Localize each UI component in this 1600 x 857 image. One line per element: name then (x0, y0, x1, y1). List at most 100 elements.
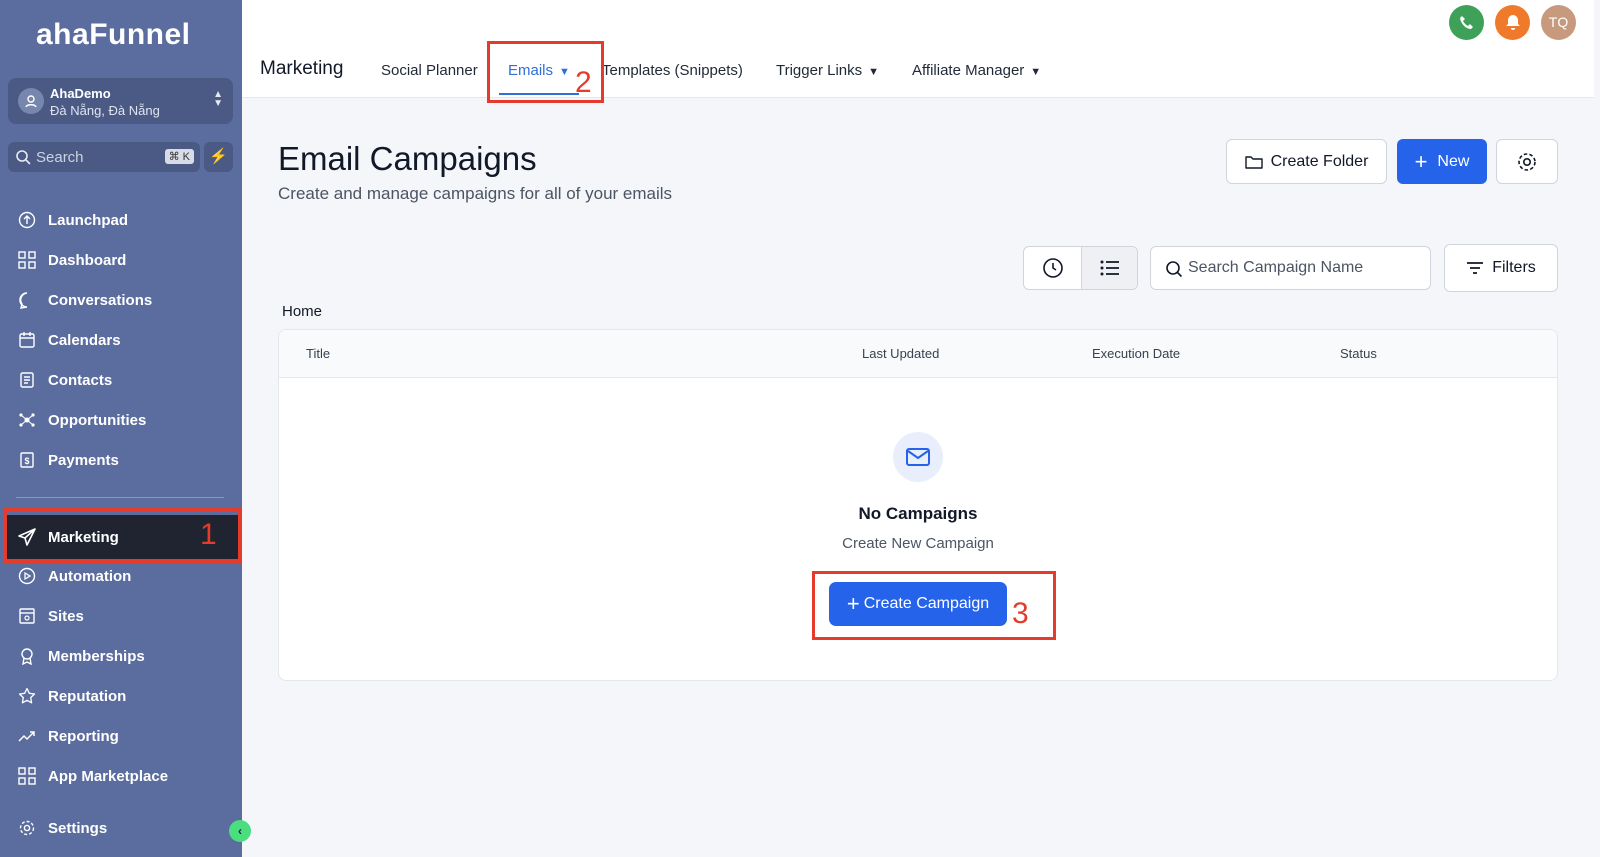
chevron-down-icon: ▼ (868, 66, 880, 78)
tab-trigger-links[interactable]: Trigger Links ▼ (776, 62, 879, 79)
search-icon (16, 150, 31, 165)
account-switcher[interactable]: AhaDemo Đà Nẵng, Đà Nẵng ▲ ▼ (8, 78, 233, 124)
chevron-updown-icon: ▲ ▼ (213, 89, 223, 109)
column-header-status[interactable]: Status (1340, 346, 1377, 361)
bell-icon[interactable] (1495, 5, 1530, 40)
phone-icon[interactable] (1449, 5, 1484, 40)
account-name: AhaDemo (50, 86, 111, 101)
opportunities-icon (16, 409, 38, 431)
sidebar-item-calendars[interactable]: Calendars (16, 324, 226, 356)
clock-icon (1042, 258, 1063, 278)
empty-state-subtitle: Create New Campaign (842, 535, 994, 552)
brand-logo[interactable]: ahaFunnel (36, 18, 191, 52)
folder-icon (1244, 155, 1263, 169)
sidebar-item-label: Payments (48, 451, 119, 469)
top-navigation-bar: Marketing Social Planner Emails ▼ Templat… (242, 0, 1594, 98)
filter-icon (1467, 262, 1484, 274)
sidebar-item-memberships[interactable]: Memberships (16, 640, 226, 672)
sidebar-item-reporting[interactable]: Reporting (16, 720, 226, 752)
tab-label: Trigger Links (776, 62, 863, 79)
sidebar-item-launchpad[interactable]: Launchpad (16, 204, 226, 236)
sidebar-item-dashboard[interactable]: Dashboard (16, 244, 226, 276)
tab-templates-snippets[interactable]: Templates (Snippets) (602, 62, 743, 79)
tab-social-planner[interactable]: Social Planner (381, 62, 478, 79)
badge-icon (16, 645, 38, 667)
sidebar-item-label: Memberships (48, 647, 145, 665)
quick-action-bolt-icon[interactable]: ⚡ (204, 142, 233, 172)
sidebar-item-label: Contacts (48, 371, 113, 389)
button-label: New (1437, 152, 1470, 170)
sidebar-item-label: Automation (48, 567, 132, 585)
sidebar-item-payments[interactable]: $ Payments (16, 444, 226, 476)
search-icon (1166, 261, 1183, 278)
sidebar-item-app-marketplace[interactable]: App Marketplace (16, 760, 226, 792)
create-folder-button[interactable]: Create Folder (1226, 139, 1387, 184)
apps-icon (16, 765, 38, 787)
account-avatar-icon (18, 88, 44, 114)
sidebar-item-sites[interactable]: Sites (16, 600, 226, 632)
table-header: Title Last Updated Execution Date Status (279, 330, 1557, 378)
gear-icon (16, 817, 38, 839)
page-title: Email Campaigns (278, 140, 537, 177)
sidebar-item-label: Reputation (48, 687, 127, 705)
contacts-icon (16, 369, 38, 391)
sidebar-item-label: Sites (48, 607, 84, 625)
sidebar-item-label: Opportunities (48, 411, 147, 429)
sidebar-item-label: Dashboard (48, 251, 127, 269)
chevron-down-icon: ▼ (1030, 66, 1042, 78)
sidebar-item-reputation[interactable]: Reputation (16, 680, 226, 712)
sidebar-search-input[interactable]: Search ⌘ K (8, 142, 200, 172)
account-location: Đà Nẵng, Đà Nẵng (50, 103, 160, 118)
tab-affiliate-manager[interactable]: Affiliate Manager ▼ (912, 62, 1041, 79)
sidebar-item-settings[interactable]: Settings (16, 812, 226, 844)
sites-icon (16, 605, 38, 627)
sidebar-item-automation[interactable]: Automation (16, 560, 226, 592)
chat-icon (16, 289, 38, 311)
sidebar-item-label: Conversations (48, 291, 153, 309)
page-subtitle: Create and manage campaigns for all of y… (278, 184, 673, 203)
sidebar-divider (16, 497, 224, 498)
sidebar-item-label: Reporting (48, 727, 119, 745)
tab-label: Social Planner (381, 62, 478, 79)
tab-label: Templates (Snippets) (602, 62, 743, 79)
list-view-toggle[interactable] (1081, 247, 1137, 289)
settings-button[interactable] (1496, 139, 1558, 184)
shortcut-badge: ⌘ K (164, 149, 194, 164)
sidebar: ahaFunnel AhaDemo Đà Nẵng, Đà Nẵng ▲ ▼ Se… (0, 0, 251, 857)
breadcrumb[interactable]: Home (282, 303, 322, 320)
mail-icon (893, 432, 943, 482)
column-header-last-updated[interactable]: Last Updated (862, 346, 939, 361)
campaign-search-input[interactable]: Search Campaign Name (1150, 246, 1431, 290)
section-title: Marketing (260, 58, 344, 79)
annotation-number: 1 (200, 518, 217, 551)
automation-icon (16, 565, 38, 587)
plus-icon: + (1414, 148, 1428, 174)
column-header-execution-date[interactable]: Execution Date (1092, 346, 1180, 361)
sidebar-item-conversations[interactable]: Conversations (16, 284, 226, 316)
star-icon (16, 685, 38, 707)
calendar-icon (16, 329, 38, 351)
user-avatar[interactable]: TQ (1541, 5, 1576, 40)
payments-icon: $ (16, 449, 38, 471)
filters-button[interactable]: Filters (1444, 244, 1558, 292)
sidebar-item-contacts[interactable]: Contacts (16, 364, 226, 396)
sidebar-item-label: App Marketplace (48, 767, 169, 785)
collapse-sidebar-chevron-icon[interactable]: ‹ (229, 820, 251, 842)
sidebar-item-label: Calendars (48, 331, 121, 349)
svg-text:$: $ (24, 456, 29, 466)
new-button[interactable]: + New (1397, 139, 1487, 184)
view-toggle (1023, 246, 1138, 290)
rocket-icon (16, 209, 38, 231)
empty-state-title: No Campaigns (858, 504, 978, 523)
annotation-number: 3 (1012, 597, 1029, 630)
campaign-search-placeholder: Search Campaign Name (1188, 259, 1364, 276)
recent-view-toggle[interactable] (1024, 247, 1081, 289)
button-label: Filters (1492, 259, 1536, 276)
button-label: Create Folder (1270, 152, 1369, 170)
annotation-number: 2 (575, 66, 592, 99)
column-header-title[interactable]: Title (306, 346, 330, 361)
grid-icon (16, 249, 38, 271)
sidebar-item-label: Launchpad (48, 211, 129, 229)
sidebar-item-opportunities[interactable]: Opportunities (16, 404, 226, 436)
sidebar-search-placeholder: Search (36, 149, 84, 166)
